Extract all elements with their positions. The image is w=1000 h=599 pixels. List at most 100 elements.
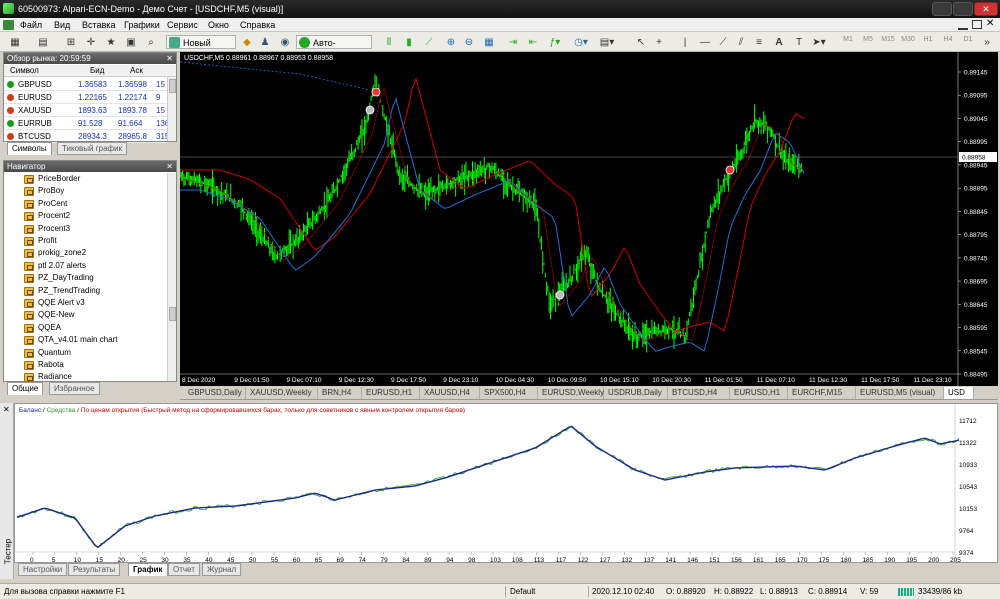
community-icon[interactable]: ♟ — [258, 35, 272, 49]
horizontal-line-icon[interactable]: — — [698, 35, 712, 49]
tab-symbols[interactable]: Символы — [7, 142, 52, 155]
minimize-button[interactable] — [932, 2, 952, 16]
navigator-item[interactable]: ProCent — [24, 198, 67, 211]
auto-trading-button[interactable]: Авто-торговля — [296, 35, 372, 62]
chart-tab[interactable]: EURUSD,H1 — [362, 387, 420, 399]
navigator-item[interactable]: QQE-New — [24, 309, 74, 322]
bar-chart-icon[interactable]: ⫴ — [382, 35, 396, 49]
profiles-icon[interactable]: ▤ — [36, 35, 50, 49]
metaeditor-icon[interactable]: ◆ — [240, 35, 254, 49]
tester-icon[interactable]: ⌕ — [144, 35, 158, 49]
zoom-in-icon[interactable]: ⊕ — [444, 35, 458, 49]
market-watch-row[interactable]: XAUUSD 1893.63 1893.78 15 — [4, 104, 167, 117]
navigator-item[interactable]: prokig_zone2 — [24, 247, 86, 260]
trade-marker[interactable] — [365, 105, 375, 115]
toolbar-more-icon[interactable]: » — [980, 35, 994, 49]
candlestick-icon[interactable]: ▮ — [402, 35, 416, 49]
chart-tab[interactable]: BRN,H4 — [318, 387, 362, 399]
navigator-item[interactable]: QQE Alert v3 — [24, 297, 85, 310]
tester-tab[interactable]: Результаты — [68, 563, 121, 576]
new-chart-icon[interactable]: ▦ — [8, 35, 22, 49]
menu-file[interactable]: Файл — [20, 19, 42, 31]
tab-tick-chart[interactable]: Тиковый график — [57, 142, 128, 155]
navigator-item[interactable]: Profit — [24, 235, 57, 248]
chart-tab[interactable]: USDRUB,Daily — [604, 387, 668, 399]
column-ask[interactable]: Аск — [130, 65, 143, 77]
chart-tab[interactable]: EURUSD,Weekly — [538, 387, 604, 399]
close-icon[interactable]: ✕ — [166, 53, 173, 64]
timeframe-h1[interactable]: H1 — [920, 36, 936, 43]
menu-help[interactable]: Справка — [240, 19, 275, 31]
navigator-item[interactable]: PZ_TrendTrading — [24, 285, 100, 298]
market-watch-row[interactable]: GBPUSD 1.36583 1.36598 15 — [4, 78, 167, 91]
market-watch-scrollbar[interactable] — [167, 77, 176, 141]
timeframe-m30[interactable]: M30 — [900, 36, 916, 43]
mdi-close-button[interactable]: ✕ — [986, 18, 994, 29]
vps-icon[interactable]: ◉ — [278, 35, 292, 49]
timeframe-m5[interactable]: M5 — [860, 36, 876, 43]
tile-windows-icon[interactable]: ▦ — [482, 35, 496, 49]
tester-tab[interactable]: Отчет — [168, 563, 200, 576]
crosshair-icon[interactable]: + — [652, 35, 666, 49]
chart-tab[interactable]: SPX500,H4 — [480, 387, 538, 399]
navigator-item[interactable]: Quantum — [24, 347, 71, 360]
trade-marker[interactable] — [725, 165, 735, 175]
navigator-item[interactable]: QTA_v4.01 main chart — [24, 334, 117, 347]
menu-charts[interactable]: Графики — [124, 19, 160, 31]
column-symbol[interactable]: Символ — [10, 65, 39, 77]
chart-tab[interactable]: EURUSD,M5 (visual) — [856, 387, 944, 399]
navigator-item[interactable]: ptl 2.07 alerts — [24, 260, 86, 273]
terminal-icon[interactable]: ▣ — [124, 35, 138, 49]
navigator-item[interactable]: Procent2 — [24, 210, 70, 223]
new-order-button[interactable]: Новый ордер — [166, 35, 236, 62]
navigator-item[interactable]: PZ_DayTrading — [24, 272, 94, 285]
market-watch-row[interactable]: EURRUB 91.528 91.664 136 — [4, 117, 169, 130]
tester-tab[interactable]: Журнал — [202, 563, 242, 576]
arrows-icon[interactable]: ➤▾ — [812, 35, 826, 49]
timeframe-m1[interactable]: M1 — [840, 36, 856, 43]
scroll-thumb[interactable] — [169, 307, 176, 321]
navigator-item[interactable]: Procent3 — [24, 223, 70, 236]
chart-tab[interactable]: XAUUSD,Weekly — [246, 387, 318, 399]
timeframe-d1[interactable]: D1 — [960, 36, 976, 43]
autoscroll-icon[interactable]: ⇥ — [506, 35, 520, 49]
navigator-item[interactable]: QQEA — [24, 322, 61, 335]
maximize-button[interactable] — [953, 2, 973, 16]
chart-shift-icon[interactable]: ⇤ — [526, 35, 540, 49]
chart-tab[interactable]: XAUUSD,H4 — [420, 387, 480, 399]
menu-window[interactable]: Окно — [208, 19, 229, 31]
indicators-icon[interactable]: ƒ▾ — [548, 35, 562, 49]
trade-marker[interactable] — [555, 290, 565, 300]
cursor-icon[interactable]: ↖ — [634, 35, 648, 49]
tab-common[interactable]: Общие — [7, 382, 44, 395]
navigator-scrollbar[interactable] — [167, 173, 176, 381]
chart-tab[interactable]: BTCUSD,H4 — [668, 387, 730, 399]
timeframe-h4[interactable]: H4 — [940, 36, 956, 43]
navigator-item[interactable]: ProBoy — [24, 185, 64, 198]
trade-marker[interactable] — [371, 87, 381, 97]
label-icon[interactable]: T — [792, 35, 806, 49]
text-icon[interactable]: A — [772, 35, 786, 49]
price-chart[interactable]: 0.89145 0.89095 0.89045 0.88995 0.88945 0.888… — [180, 52, 998, 386]
menu-insert[interactable]: Вставка — [82, 19, 115, 31]
close-icon[interactable]: ✕ — [3, 405, 10, 414]
tester-tab[interactable]: Настройки — [18, 563, 68, 576]
chart-tab[interactable]: USD — [944, 387, 974, 399]
fibonacci-icon[interactable]: ≡ — [752, 35, 766, 49]
menu-service[interactable]: Сервис — [167, 19, 198, 31]
chart-tab[interactable]: EURCHF,M15 — [788, 387, 856, 399]
channel-icon[interactable]: ⫽ — [734, 35, 748, 49]
close-icon[interactable]: ✕ — [166, 161, 173, 172]
data-window-icon[interactable]: ✛ — [84, 35, 98, 49]
navigator-item[interactable]: PriceBorder — [24, 173, 80, 186]
menu-view[interactable]: Вид — [54, 19, 70, 31]
mdi-restore-button[interactable] — [972, 20, 982, 29]
market-watch-row[interactable]: EURUSD 1.22165 1.22174 9 — [4, 91, 167, 104]
chart-tab[interactable]: GBPUSD,Daily — [184, 387, 246, 399]
navigator-item[interactable]: Rabota — [24, 359, 64, 372]
navigator-icon[interactable]: ★ — [104, 35, 118, 49]
close-button[interactable]: ✕ — [974, 2, 998, 16]
mdi-minimize-button[interactable] — [958, 20, 968, 30]
timeframe-m15[interactable]: M15 — [880, 36, 896, 43]
trendline-icon[interactable]: ⟋ — [716, 35, 730, 49]
